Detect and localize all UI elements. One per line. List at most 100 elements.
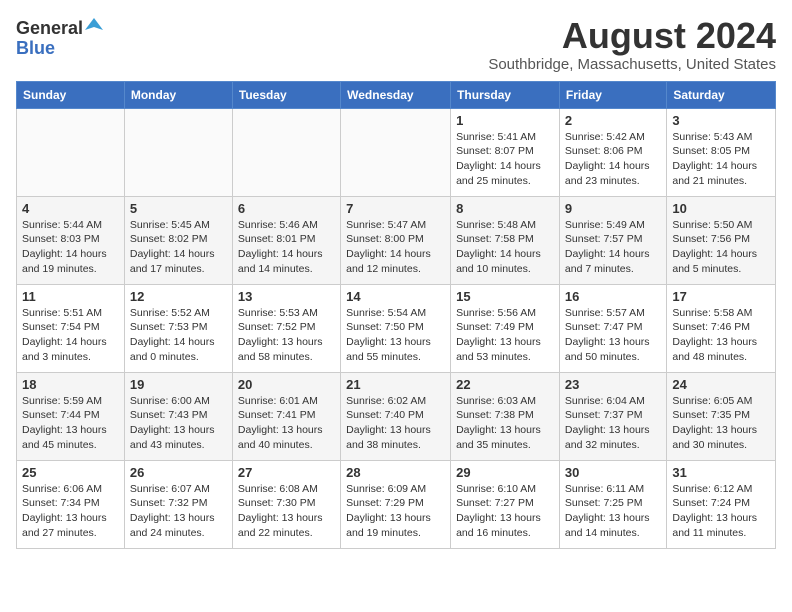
day-number: 13: [238, 289, 335, 304]
day-info: Sunrise: 6:06 AM Sunset: 7:34 PM Dayligh…: [22, 482, 119, 541]
title-area: August 2024 Southbridge, Massachusetts, …: [488, 16, 776, 73]
calendar-cell: 24 Sunrise: 6:05 AM Sunset: 7:35 PM Dayli…: [667, 372, 776, 460]
calendar-cell: 25 Sunrise: 6:06 AM Sunset: 7:34 PM Dayli…: [17, 460, 125, 548]
calendar-cell: 30Sunrise: 6:11 AM Sunset: 7:25 PM Dayli…: [559, 460, 666, 548]
day-number: 10: [672, 201, 770, 216]
calendar-cell: [232, 108, 340, 196]
calendar-cell: 28Sunrise: 6:09 AM Sunset: 7:29 PM Dayli…: [341, 460, 451, 548]
logo-general-text: General: [16, 19, 83, 37]
day-number: 6: [238, 201, 335, 216]
day-number: 25: [22, 465, 119, 480]
logo-blue-text: Blue: [16, 39, 55, 57]
day-number: 15: [456, 289, 554, 304]
day-number: 19: [130, 377, 227, 392]
calendar-cell: 9 Sunrise: 5:49 AM Sunset: 7:57 PM Daylig…: [559, 196, 666, 284]
calendar-header-row: SundayMondayTuesdayWednesdayThursdayFrid…: [17, 81, 776, 108]
header-monday: Monday: [124, 81, 232, 108]
calendar-cell: 31 Sunrise: 6:12 AM Sunset: 7:24 PM Dayli…: [667, 460, 776, 548]
day-number: 24: [672, 377, 770, 392]
month-title: August 2024: [488, 16, 776, 56]
day-number: 29: [456, 465, 554, 480]
day-number: 27: [238, 465, 335, 480]
day-info: Sunrise: 5:57 AM Sunset: 7:47 PM Dayligh…: [565, 306, 661, 365]
week-row-3: 18 Sunrise: 5:59 AM Sunset: 7:44 PM Dayli…: [17, 372, 776, 460]
day-number: 26: [130, 465, 227, 480]
day-number: 23: [565, 377, 661, 392]
day-info: Sunrise: 6:05 AM Sunset: 7:35 PM Dayligh…: [672, 394, 770, 453]
calendar-cell: 22 Sunrise: 6:03 AM Sunset: 7:38 PM Dayli…: [451, 372, 560, 460]
day-number: 21: [346, 377, 445, 392]
logo-bird-icon: [85, 16, 103, 34]
calendar-cell: 11Sunrise: 5:51 AM Sunset: 7:54 PM Dayli…: [17, 284, 125, 372]
calendar-cell: 26Sunrise: 6:07 AM Sunset: 7:32 PM Dayli…: [124, 460, 232, 548]
day-info: Sunrise: 6:04 AM Sunset: 7:37 PM Dayligh…: [565, 394, 661, 453]
day-info: Sunrise: 5:51 AM Sunset: 7:54 PM Dayligh…: [22, 306, 119, 365]
day-info: Sunrise: 5:53 AM Sunset: 7:52 PM Dayligh…: [238, 306, 335, 365]
header-tuesday: Tuesday: [232, 81, 340, 108]
day-info: Sunrise: 5:49 AM Sunset: 7:57 PM Dayligh…: [565, 218, 661, 277]
week-row-2: 11Sunrise: 5:51 AM Sunset: 7:54 PM Dayli…: [17, 284, 776, 372]
calendar-cell: [124, 108, 232, 196]
header-sunday: Sunday: [17, 81, 125, 108]
day-info: Sunrise: 6:10 AM Sunset: 7:27 PM Dayligh…: [456, 482, 554, 541]
day-info: Sunrise: 6:09 AM Sunset: 7:29 PM Dayligh…: [346, 482, 445, 541]
calendar-cell: 8 Sunrise: 5:48 AM Sunset: 7:58 PM Daylig…: [451, 196, 560, 284]
calendar-cell: 17 Sunrise: 5:58 AM Sunset: 7:46 PM Dayli…: [667, 284, 776, 372]
day-number: 16: [565, 289, 661, 304]
calendar-cell: 20 Sunrise: 6:01 AM Sunset: 7:41 PM Dayli…: [232, 372, 340, 460]
week-row-0: 1 Sunrise: 5:41 AM Sunset: 8:07 PM Daylig…: [17, 108, 776, 196]
day-info: Sunrise: 5:54 AM Sunset: 7:50 PM Dayligh…: [346, 306, 445, 365]
day-info: Sunrise: 5:48 AM Sunset: 7:58 PM Dayligh…: [456, 218, 554, 277]
day-info: Sunrise: 6:11 AM Sunset: 7:25 PM Dayligh…: [565, 482, 661, 541]
calendar-cell: 15Sunrise: 5:56 AM Sunset: 7:49 PM Dayli…: [451, 284, 560, 372]
header-friday: Friday: [559, 81, 666, 108]
day-info: Sunrise: 6:03 AM Sunset: 7:38 PM Dayligh…: [456, 394, 554, 453]
calendar-cell: 29 Sunrise: 6:10 AM Sunset: 7:27 PM Dayli…: [451, 460, 560, 548]
calendar-cell: [17, 108, 125, 196]
calendar-cell: 5Sunrise: 5:45 AM Sunset: 8:02 PM Daylig…: [124, 196, 232, 284]
day-info: Sunrise: 5:58 AM Sunset: 7:46 PM Dayligh…: [672, 306, 770, 365]
day-info: Sunrise: 5:42 AM Sunset: 8:06 PM Dayligh…: [565, 130, 661, 189]
day-info: Sunrise: 5:59 AM Sunset: 7:44 PM Dayligh…: [22, 394, 119, 453]
calendar-cell: 2 Sunrise: 5:42 AM Sunset: 8:06 PM Daylig…: [559, 108, 666, 196]
header-saturday: Saturday: [667, 81, 776, 108]
calendar-cell: 6 Sunrise: 5:46 AM Sunset: 8:01 PM Daylig…: [232, 196, 340, 284]
day-number: 9: [565, 201, 661, 216]
calendar-cell: 14Sunrise: 5:54 AM Sunset: 7:50 PM Dayli…: [341, 284, 451, 372]
day-number: 7: [346, 201, 445, 216]
calendar-cell: 7Sunrise: 5:47 AM Sunset: 8:00 PM Daylig…: [341, 196, 451, 284]
day-number: 20: [238, 377, 335, 392]
calendar-cell: 4Sunrise: 5:44 AM Sunset: 8:03 PM Daylig…: [17, 196, 125, 284]
day-number: 17: [672, 289, 770, 304]
day-info: Sunrise: 6:08 AM Sunset: 7:30 PM Dayligh…: [238, 482, 335, 541]
day-number: 8: [456, 201, 554, 216]
day-info: Sunrise: 6:00 AM Sunset: 7:43 PM Dayligh…: [130, 394, 227, 453]
day-info: Sunrise: 5:46 AM Sunset: 8:01 PM Dayligh…: [238, 218, 335, 277]
calendar-cell: 13 Sunrise: 5:53 AM Sunset: 7:52 PM Dayli…: [232, 284, 340, 372]
day-info: Sunrise: 5:43 AM Sunset: 8:05 PM Dayligh…: [672, 130, 770, 189]
calendar-cell: 12Sunrise: 5:52 AM Sunset: 7:53 PM Dayli…: [124, 284, 232, 372]
calendar-cell: 18 Sunrise: 5:59 AM Sunset: 7:44 PM Dayli…: [17, 372, 125, 460]
calendar-cell: 16 Sunrise: 5:57 AM Sunset: 7:47 PM Dayli…: [559, 284, 666, 372]
calendar-cell: 21 Sunrise: 6:02 AM Sunset: 7:40 PM Dayli…: [341, 372, 451, 460]
day-number: 3: [672, 113, 770, 128]
day-number: 18: [22, 377, 119, 392]
calendar-cell: 10Sunrise: 5:50 AM Sunset: 7:56 PM Dayli…: [667, 196, 776, 284]
day-info: Sunrise: 5:41 AM Sunset: 8:07 PM Dayligh…: [456, 130, 554, 189]
logo: General Blue: [16, 16, 103, 57]
day-info: Sunrise: 5:52 AM Sunset: 7:53 PM Dayligh…: [130, 306, 227, 365]
calendar-cell: 3 Sunrise: 5:43 AM Sunset: 8:05 PM Daylig…: [667, 108, 776, 196]
day-number: 5: [130, 201, 227, 216]
day-info: Sunrise: 6:01 AM Sunset: 7:41 PM Dayligh…: [238, 394, 335, 453]
calendar-cell: 1 Sunrise: 5:41 AM Sunset: 8:07 PM Daylig…: [451, 108, 560, 196]
week-row-1: 4Sunrise: 5:44 AM Sunset: 8:03 PM Daylig…: [17, 196, 776, 284]
day-number: 22: [456, 377, 554, 392]
day-number: 1: [456, 113, 554, 128]
calendar-table: SundayMondayTuesdayWednesdayThursdayFrid…: [16, 81, 776, 549]
day-number: 31: [672, 465, 770, 480]
day-info: Sunrise: 6:02 AM Sunset: 7:40 PM Dayligh…: [346, 394, 445, 453]
day-info: Sunrise: 6:12 AM Sunset: 7:24 PM Dayligh…: [672, 482, 770, 541]
week-row-4: 25 Sunrise: 6:06 AM Sunset: 7:34 PM Dayli…: [17, 460, 776, 548]
day-number: 4: [22, 201, 119, 216]
day-number: 2: [565, 113, 661, 128]
